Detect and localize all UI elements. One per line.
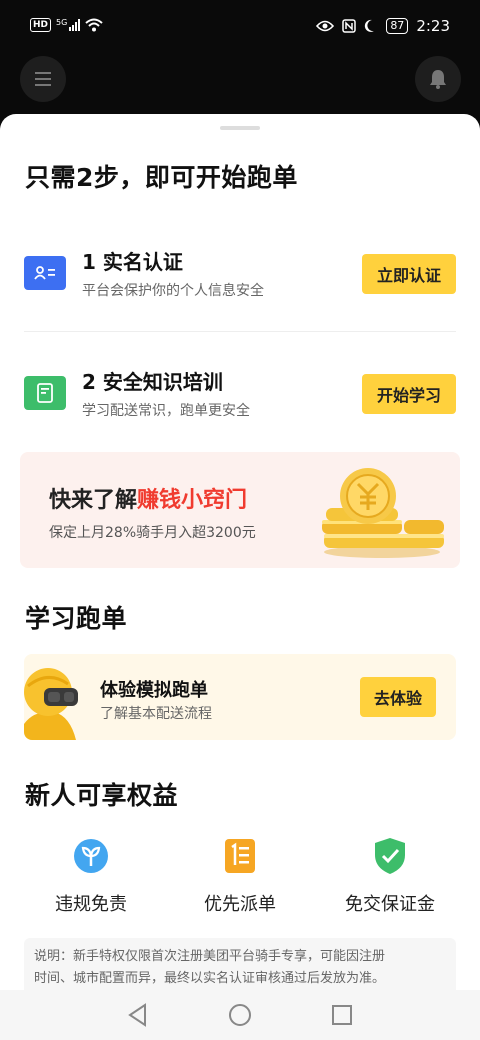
bell-icon (430, 70, 446, 89)
onboarding-sheet: 只需2步，即可开始跑单 1 实名认证 平台会保护你的个人信息安全 立即认证 2 … (0, 114, 480, 990)
learn-heading: 学习跑单 (25, 604, 128, 633)
recents-icon[interactable] (331, 1003, 353, 1027)
menu-icon (35, 72, 51, 86)
drag-handle[interactable] (220, 126, 260, 130)
moon-icon (365, 19, 375, 32)
wifi-icon (85, 18, 103, 32)
list-icon (220, 836, 260, 876)
benefit-priority-dispatch: 优先派单 (175, 836, 305, 916)
verify-now-button[interactable]: 立即认证 (362, 254, 456, 294)
simulate-card-subtitle: 了解基本配送流程 (100, 706, 212, 722)
benefit-label: 免交保证金 (345, 894, 435, 915)
benefits-heading: 新人可享权益 (25, 781, 179, 810)
note-line: 说明：新手特权仅限首次注册美团平台骑手专享，可能因注册 (34, 949, 386, 964)
clock: 2:23 (416, 17, 450, 35)
promo-title-highlight: 赚钱小窍门 (137, 488, 248, 513)
onboarding-title: 只需2步，即可开始跑单 (25, 163, 298, 192)
sprout-icon (71, 836, 111, 876)
eye-icon (316, 20, 335, 32)
menu-button[interactable] (20, 56, 66, 102)
system-navigation-bar (0, 990, 480, 1040)
promo-title: 快来了解赚钱小窍门 (49, 482, 247, 514)
nfc-icon (342, 19, 357, 33)
earning-tips-banner[interactable]: 快来了解赚钱小窍门 保定上月28%骑手月入超3200元 (20, 452, 460, 568)
id-card-icon (24, 256, 66, 290)
divider (24, 331, 456, 332)
try-experience-button[interactable]: 去体验 (360, 677, 436, 717)
benefits-note: 说明：新手特权仅限首次注册美团平台骑手专享，可能因注册 时间、城市配置而异，最终… (24, 938, 456, 990)
back-icon[interactable] (127, 1003, 149, 1027)
step-subtitle: 平台会保护你的个人信息安全 (82, 283, 264, 299)
step-subtitle: 学习配送常识，跑单更安全 (82, 403, 250, 419)
promo-subtitle: 保定上月28%骑手月入超3200元 (49, 525, 256, 541)
signal-icon: 5G (56, 18, 81, 31)
step-title: 2 安全知识培训 (82, 370, 223, 394)
start-learning-button[interactable]: 开始学习 (362, 374, 456, 414)
rider-mascot-illustration (24, 668, 78, 740)
benefit-label: 优先派单 (204, 894, 276, 915)
benefit-violation-exemption: 违规免责 (26, 836, 156, 916)
battery-indicator: 87 (386, 18, 409, 34)
step-safety-training: 2 安全知识培训 学习配送常识，跑单更安全 开始学习 (24, 366, 456, 426)
hd-badge: HD (30, 18, 52, 32)
step-real-name-auth: 1 实名认证 平台会保护你的个人信息安全 立即认证 (24, 246, 456, 306)
benefit-no-deposit: 免交保证金 (325, 836, 455, 916)
status-left: HD 5G (30, 18, 103, 32)
notification-button[interactable] (415, 56, 461, 102)
simulate-delivery-card[interactable]: 体验模拟跑单 了解基本配送流程 去体验 (24, 654, 456, 740)
note-line: 时间、城市配置而异，最终以实名认证审核通过后发放为准。 (34, 971, 386, 986)
promo-title-prefix: 快来了解 (49, 488, 138, 513)
coins-illustration (322, 468, 444, 558)
status-right: 87 2:23 (316, 17, 450, 35)
shield-check-icon (370, 836, 410, 876)
document-icon (24, 376, 66, 410)
network-type-label: 5G (56, 18, 68, 27)
benefit-label: 违规免责 (55, 894, 127, 915)
top-bar (0, 56, 480, 102)
home-icon[interactable] (228, 1003, 252, 1027)
status-bar: HD 5G 87 2:23 (0, 0, 480, 52)
step-title: 1 实名认证 (82, 250, 183, 274)
simulate-card-title: 体验模拟跑单 (100, 680, 208, 701)
